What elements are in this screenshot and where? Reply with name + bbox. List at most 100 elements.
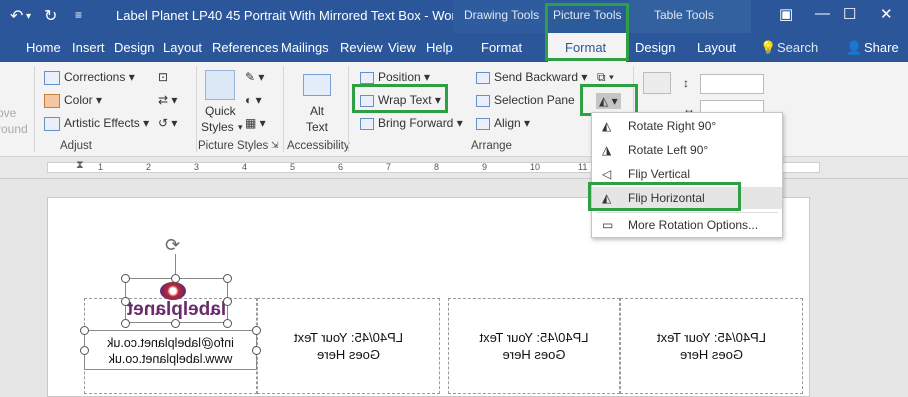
resize-handle[interactable] bbox=[121, 319, 130, 328]
redo-icon[interactable]: ↻ bbox=[44, 6, 57, 26]
resize-handle[interactable] bbox=[121, 274, 130, 283]
picture-tools-highlight bbox=[545, 3, 629, 61]
contact-website: www.labelplanet.co.uk bbox=[108, 352, 233, 366]
position-label: Position bbox=[378, 70, 421, 84]
tell-me-search[interactable]: Search bbox=[777, 40, 818, 55]
artistic-effects-button[interactable]: Artistic Effects ▾ bbox=[44, 116, 149, 131]
group-objects-icon[interactable]: ⧉ ▾ bbox=[597, 70, 614, 85]
corrections-button[interactable]: Corrections ▾ bbox=[44, 70, 135, 85]
customize-toolbar-icon[interactable]: ≡ bbox=[75, 8, 82, 22]
resize-handle[interactable] bbox=[80, 326, 89, 335]
flip-vertical-label: Flip Vertical bbox=[628, 167, 691, 181]
logo-text: labelplanet bbox=[126, 299, 227, 320]
tab-mailings[interactable]: Mailings bbox=[281, 40, 329, 55]
alt-text-label-2[interactable]: Text bbox=[306, 120, 328, 134]
ruler-number: 11 bbox=[578, 162, 588, 172]
ribbon-separator bbox=[283, 66, 284, 152]
cell-4-line-1: LP40/45: Your Text bbox=[657, 330, 766, 345]
accessibility-group-label: Accessibility bbox=[287, 140, 350, 152]
resize-handle[interactable] bbox=[252, 326, 261, 335]
corrections-icon bbox=[44, 70, 60, 85]
height-icon: ↕ bbox=[683, 76, 689, 90]
picture-styles-launcher-icon[interactable]: ⇲ bbox=[271, 140, 279, 151]
undo-icon[interactable]: ↶ bbox=[10, 6, 23, 26]
tab-home[interactable]: Home bbox=[26, 40, 61, 55]
reset-picture-icon[interactable]: ↺ ▾ bbox=[158, 116, 177, 130]
tab-references[interactable]: References bbox=[212, 40, 278, 55]
tab-layout[interactable]: Layout bbox=[163, 40, 202, 55]
contact-text-box[interactable]: info@labelplanet.co.uk www.labelplanet.c… bbox=[84, 330, 257, 370]
resize-handle[interactable] bbox=[223, 319, 232, 328]
alt-text-label-1[interactable]: Alt bbox=[310, 104, 324, 118]
bring-forward-label: Bring Forward bbox=[378, 116, 454, 130]
tab-drawing-format[interactable]: Format bbox=[481, 40, 522, 55]
label-cell-2[interactable]: LP40/45: Your Text Goes Here bbox=[257, 298, 440, 394]
rotate-right-label: Rotate Right 90° bbox=[628, 119, 717, 133]
more-rotation-options-item[interactable]: ▭ More Rotation Options... bbox=[592, 214, 782, 236]
rotate-left-label: Rotate Left 90° bbox=[628, 143, 709, 157]
align-button[interactable]: Align ▾ bbox=[476, 116, 530, 130]
remove-bg-partial-2: round bbox=[0, 122, 28, 136]
compress-pictures-icon[interactable]: ⊡ bbox=[158, 70, 168, 84]
picture-layout-icon[interactable]: ▦ ▾ bbox=[245, 116, 266, 130]
menu-separator bbox=[596, 212, 778, 213]
close-icon[interactable]: ✕ bbox=[880, 5, 893, 23]
quick-styles-dropdown-icon[interactable]: ▾ bbox=[238, 122, 243, 133]
position-button[interactable]: Position ▾ bbox=[360, 70, 430, 84]
rotate-handle-icon[interactable]: ⟳ bbox=[165, 235, 180, 256]
maximize-icon[interactable]: ☐ bbox=[843, 5, 856, 23]
send-backward-icon bbox=[476, 71, 490, 84]
flip-vertical-icon: ◁ bbox=[602, 167, 612, 181]
rotate-left-item[interactable]: ◮ Rotate Left 90° bbox=[592, 139, 782, 161]
minimize-icon[interactable]: — bbox=[815, 5, 830, 22]
cell-3-line-1: LP40/45: Your Text bbox=[479, 330, 589, 345]
cell-2-line-1: LP40/45: Your Text bbox=[294, 330, 403, 345]
ruler-number: 7 bbox=[386, 162, 392, 172]
bring-forward-button[interactable]: Bring Forward ▾ bbox=[360, 116, 463, 130]
logo-planet-icon bbox=[160, 282, 186, 300]
tab-insert[interactable]: Insert bbox=[72, 40, 105, 55]
remove-bg-partial-1: ove bbox=[0, 106, 17, 120]
picture-border-icon[interactable]: ✎ ▾ bbox=[245, 70, 264, 84]
selection-pane-button[interactable]: Selection Pane bbox=[476, 93, 575, 107]
rotate-right-item[interactable]: ◭ Rotate Right 90° bbox=[592, 115, 782, 137]
share-person-icon: 👤 bbox=[846, 40, 863, 55]
undo-dropdown-icon[interactable]: ▾ bbox=[26, 11, 31, 22]
tab-table-layout[interactable]: Layout bbox=[697, 40, 736, 55]
tab-table-design[interactable]: Design bbox=[635, 40, 675, 55]
height-input[interactable] bbox=[700, 74, 764, 94]
position-icon bbox=[360, 71, 374, 84]
resize-handle[interactable] bbox=[121, 297, 130, 306]
share-button[interactable]: Share bbox=[864, 40, 899, 55]
selection-pane-label: Selection Pane bbox=[494, 93, 575, 107]
tab-design[interactable]: Design bbox=[114, 40, 154, 55]
bring-forward-icon bbox=[360, 117, 374, 130]
resize-handle[interactable] bbox=[171, 274, 180, 283]
label-cell-3[interactable]: LP40/45: Your Text Goes Here bbox=[448, 298, 620, 394]
send-backward-label: Send Backward bbox=[494, 70, 579, 84]
resize-handle[interactable] bbox=[171, 319, 180, 328]
tab-help[interactable]: Help bbox=[426, 40, 453, 55]
change-picture-icon[interactable]: ⇄ ▾ bbox=[158, 93, 177, 107]
resize-handle[interactable] bbox=[223, 274, 232, 283]
tab-view[interactable]: View bbox=[388, 40, 416, 55]
color-button[interactable]: Color ▾ bbox=[44, 93, 102, 108]
logo-image-selected[interactable]: labelplanet bbox=[125, 278, 228, 323]
picture-effects-icon[interactable]: ◐ ▾ bbox=[245, 93, 262, 107]
resize-handle[interactable] bbox=[223, 297, 232, 306]
label-cell-4[interactable]: LP40/45: Your Text Goes Here bbox=[620, 298, 803, 394]
adjust-group-label: Adjust bbox=[60, 140, 92, 152]
artistic-effects-icon bbox=[44, 116, 60, 131]
quick-styles-label-2[interactable]: Styles bbox=[201, 120, 234, 134]
cell-3-line-2: Goes Here bbox=[502, 347, 566, 362]
resize-handle[interactable] bbox=[80, 346, 89, 355]
tab-review[interactable]: Review bbox=[340, 40, 383, 55]
ruler-indent-marker: ⧗ bbox=[76, 159, 84, 171]
arrange-group-label: Arrange bbox=[471, 140, 512, 152]
quick-styles-label-1[interactable]: Quick bbox=[205, 104, 236, 118]
ruler-number: 4 bbox=[242, 162, 248, 172]
resize-handle[interactable] bbox=[252, 346, 261, 355]
ribbon-display-icon[interactable]: ▣ bbox=[779, 5, 793, 23]
send-backward-button[interactable]: Send Backward ▾ bbox=[476, 70, 587, 84]
cell-2-line-2: Goes Here bbox=[317, 347, 380, 362]
